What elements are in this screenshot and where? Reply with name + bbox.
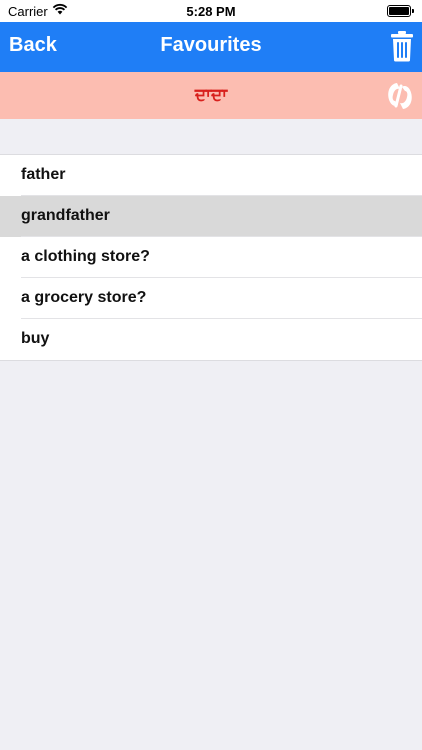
translation-text: ਦਾਦਾ xyxy=(194,85,228,104)
list-item-label: a clothing store? xyxy=(21,248,150,265)
list-item[interactable]: a clothing store? xyxy=(0,237,422,278)
speak-icon[interactable] xyxy=(384,80,416,112)
status-time: 5:28 PM xyxy=(186,4,236,19)
status-bar: Carrier 5:28 PM xyxy=(0,0,422,22)
list-item-label: buy xyxy=(21,330,50,347)
list-item[interactable]: buy xyxy=(0,319,422,360)
trash-icon[interactable] xyxy=(390,30,414,62)
list-item-label: grandfather xyxy=(21,207,110,224)
list-item[interactable]: father xyxy=(0,155,422,196)
page-title: Favourites xyxy=(160,34,262,56)
battery-icon xyxy=(387,5,414,17)
list-item[interactable]: a grocery store? xyxy=(0,278,422,319)
navigation-bar: Back Favourites xyxy=(0,22,422,72)
favourites-list: father grandfather a clothing store? a g… xyxy=(0,154,422,361)
list-item[interactable]: grandfather xyxy=(0,196,422,237)
list-item-label: father xyxy=(21,166,66,183)
list-item-label: a grocery store? xyxy=(21,289,147,306)
translation-bar: ਦਾਦਾ xyxy=(0,72,422,119)
